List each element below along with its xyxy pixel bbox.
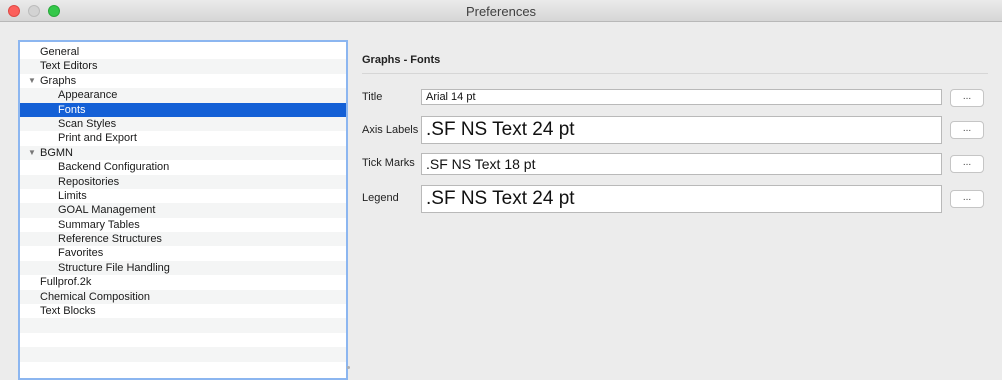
tree-item-label: BGMN (40, 146, 73, 159)
tree-item-general[interactable]: General (20, 45, 346, 59)
tree-item-text-blocks[interactable]: Text Blocks (20, 304, 346, 318)
tree-item-label: Print and Export (58, 132, 137, 145)
tree-rows: General Text Editors ▼ Graphs Appearance Font… (20, 45, 346, 376)
tree-item-print-and-export[interactable]: Print and Export (20, 131, 346, 145)
tree-item-limits[interactable]: Limits (20, 189, 346, 203)
tree-item-fonts[interactable]: Fonts (20, 102, 346, 117)
tick-marks-font-label: Tick Marks (362, 157, 415, 169)
legend-font-label: Legend (362, 192, 399, 204)
preferences-tree[interactable]: General Text Editors ▼ Graphs Appearance Font… (18, 40, 348, 380)
tree-item-backend-configuration[interactable]: Backend Configuration (20, 160, 346, 174)
tree-item-label: Fonts (58, 103, 86, 116)
axis-labels-font-field[interactable]: .SF NS Text 24 pt (421, 116, 942, 144)
panel-title: Graphs - Fonts (362, 54, 441, 66)
tree-item-goal-management[interactable]: GOAL Management (20, 203, 346, 218)
legend-font-browse-button[interactable]: ... (950, 190, 984, 208)
tree-item-label: Text Editors (40, 60, 98, 73)
tree-item-chemical-composition[interactable]: Chemical Composition (20, 289, 346, 305)
splitter-handle[interactable] (347, 366, 350, 369)
tree-item-label: GOAL Management (58, 204, 156, 217)
legend-font-field[interactable]: .SF NS Text 24 pt (421, 185, 942, 213)
tree-item-label: Text Blocks (40, 305, 96, 318)
tree-empty-row (20, 362, 346, 376)
tree-empty-row (20, 333, 346, 347)
tree-item-repositories[interactable]: Repositories (20, 174, 346, 189)
tree-item-fullprof-2k[interactable]: Fullprof.2k (20, 275, 346, 289)
panel-divider (362, 73, 988, 74)
tree-item-graphs[interactable]: ▼ Graphs (20, 74, 346, 88)
tree-item-summary-tables[interactable]: Summary Tables (20, 218, 346, 232)
title-font-browse-button[interactable]: ... (950, 89, 984, 107)
disclosure-triangle-icon[interactable]: ▼ (28, 74, 36, 88)
tree-item-label: Fullprof.2k (40, 276, 92, 289)
tick-marks-font-browse-button[interactable]: ... (950, 155, 984, 173)
tree-item-favorites[interactable]: Favorites (20, 246, 346, 260)
axis-labels-font-label: Axis Labels (362, 124, 419, 136)
tree-item-structure-file-handling[interactable]: Structure File Handling (20, 260, 346, 276)
tree-item-label: Scan Styles (58, 117, 117, 130)
tree-item-label: Graphs (40, 74, 77, 87)
tree-empty-row (20, 318, 346, 333)
window-title: Preferences (465, 4, 537, 19)
tree-item-label: Favorites (58, 247, 104, 260)
tree-item-bgmn[interactable]: ▼ BGMN (20, 145, 346, 161)
tree-item-label: Structure File Handling (58, 261, 170, 274)
tree-item-text-editors[interactable]: Text Editors (20, 59, 346, 74)
tree-item-label: Limits (58, 189, 87, 202)
disclosure-triangle-icon[interactable]: ▼ (28, 146, 36, 160)
tree-item-label: Appearance (58, 89, 118, 102)
tree-item-appearance[interactable]: Appearance (20, 88, 346, 103)
tree-empty-row (20, 347, 346, 362)
axis-labels-font-browse-button[interactable]: ... (950, 121, 984, 139)
tree-item-label: Summary Tables (58, 218, 140, 231)
tree-item-label: Chemical Composition (40, 290, 151, 303)
tick-marks-font-field[interactable]: .SF NS Text 18 pt (421, 153, 942, 175)
tree-item-scan-styles[interactable]: Scan Styles (20, 116, 346, 132)
window-titlebar: Preferences (0, 0, 1002, 22)
tree-item-label: General (40, 46, 80, 58)
tree-item-label: Reference Structures (58, 233, 162, 246)
tree-item-label: Backend Configuration (58, 161, 170, 174)
title-font-field[interactable]: Arial 14 pt (421, 89, 942, 105)
tree-item-label: Repositories (58, 175, 120, 188)
tree-item-reference-structures[interactable]: Reference Structures (20, 232, 346, 247)
title-font-label: Title (362, 91, 383, 103)
